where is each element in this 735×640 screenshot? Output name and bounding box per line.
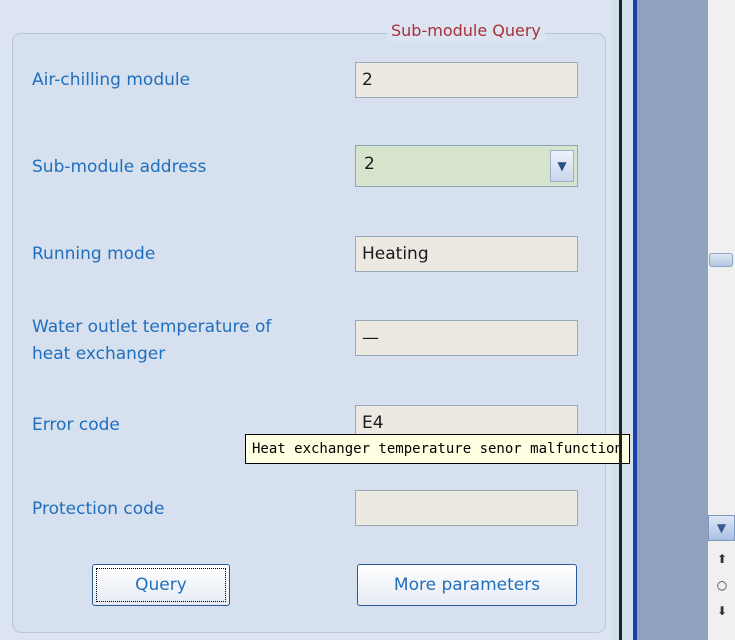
side-strip: [637, 0, 708, 640]
running-mode-field[interactable]: Heating: [355, 236, 578, 272]
air-chilling-module-field[interactable]: 2: [355, 62, 578, 98]
chevron-down-icon[interactable]: ▼: [708, 515, 735, 541]
sub-module-query-panel: Sub-module Query Air-chilling module 2 S…: [0, 0, 612, 640]
error-code-tooltip: Heat exchanger temperature senor malfunc…: [245, 434, 630, 464]
water-outlet-temp-label-line1: Water outlet temperature of: [32, 317, 272, 337]
circle-icon[interactable]: ○: [713, 578, 731, 592]
arrow-down-icon[interactable]: ⬇: [713, 604, 731, 618]
group-title: Sub-module Query: [387, 20, 545, 42]
query-button[interactable]: Query: [92, 564, 230, 606]
sub-module-address-value: 2: [364, 154, 375, 174]
water-outlet-temp-label-line2: heat exchanger: [32, 344, 166, 364]
sub-module-address-label: Sub-module address: [32, 157, 207, 177]
sub-module-address-select[interactable]: 2 ▼: [355, 145, 578, 187]
air-chilling-module-label: Air-chilling module: [32, 70, 191, 90]
chevron-down-icon[interactable]: ▼: [550, 150, 574, 182]
scrollbar-track[interactable]: [708, 0, 735, 640]
scrollbar-thumb[interactable]: [709, 253, 733, 267]
protection-code-field[interactable]: [355, 490, 578, 526]
running-mode-label: Running mode: [32, 244, 156, 264]
protection-code-label: Protection code: [32, 499, 165, 519]
error-code-label: Error code: [32, 415, 120, 435]
water-outlet-temp-field[interactable]: —: [355, 320, 578, 356]
more-parameters-button[interactable]: More parameters: [357, 564, 577, 606]
divider: [619, 0, 622, 640]
arrow-up-icon[interactable]: ⬆: [713, 552, 731, 566]
